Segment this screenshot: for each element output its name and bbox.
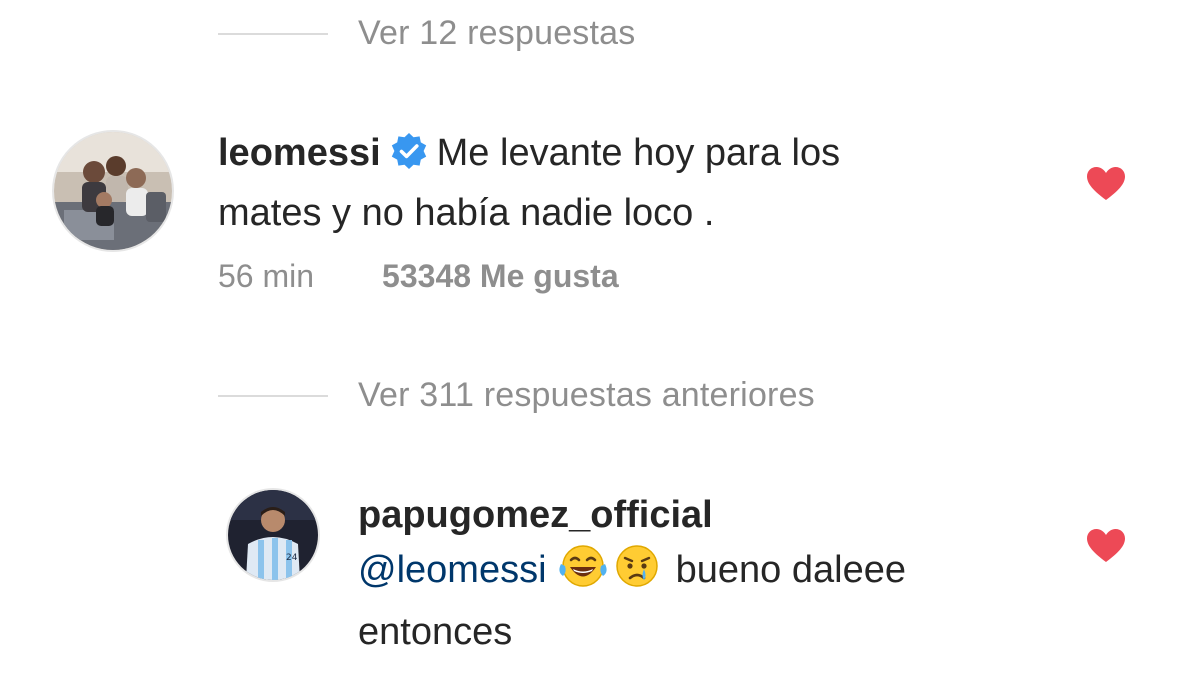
avatar-leomessi-photo	[54, 132, 172, 250]
view-replies-label: Ver 12 respuestas	[358, 14, 636, 52]
comment-leomessi: leomessi Me levante hoy para los mates y …	[218, 126, 1058, 240]
like-heart-icon[interactable]	[1086, 528, 1126, 564]
svg-text:24: 24	[286, 553, 298, 563]
verified-badge-icon	[389, 131, 429, 186]
avatar-papugomez-photo: 24	[228, 490, 318, 580]
comment-text-line2: entonces	[358, 611, 513, 653]
comment-text-line2: mates y no había nadie loco .	[218, 192, 715, 234]
avatar-papugomez[interactable]: 24	[226, 488, 320, 582]
username-papugomez[interactable]: papugomez_official	[358, 494, 713, 536]
comment-text-after-emoji: bueno daleee	[675, 549, 906, 591]
laughing-tears-emoji	[557, 542, 609, 605]
view-previous-replies-label: Ver 311 respuestas anteriores	[358, 376, 815, 414]
replies-divider-line	[218, 32, 328, 35]
replies-divider-line	[218, 394, 328, 397]
mention-link[interactable]: @leomessi	[358, 549, 547, 591]
comment-papugomez: papugomez_official @leomessi bueno dalee…	[358, 488, 1058, 659]
comments-screen: Ver 12 respuestas leomessi Me levante hoy…	[0, 0, 1200, 675]
like-count-button[interactable]: 53348 Me gusta	[382, 258, 619, 295]
comment-text-line1: Me levante hoy para los	[436, 132, 841, 174]
crying-face-emoji	[611, 542, 663, 605]
comment-leomessi-meta: 56 min 53348 Me gusta	[218, 258, 619, 295]
view-previous-replies-button[interactable]: Ver 311 respuestas anteriores	[218, 376, 815, 415]
view-replies-button[interactable]: Ver 12 respuestas	[218, 14, 635, 53]
username-leomessi[interactable]: leomessi	[218, 132, 381, 174]
avatar-leomessi[interactable]	[52, 130, 174, 252]
like-heart-icon[interactable]	[1086, 166, 1126, 202]
comment-timestamp: 56 min	[218, 258, 315, 294]
